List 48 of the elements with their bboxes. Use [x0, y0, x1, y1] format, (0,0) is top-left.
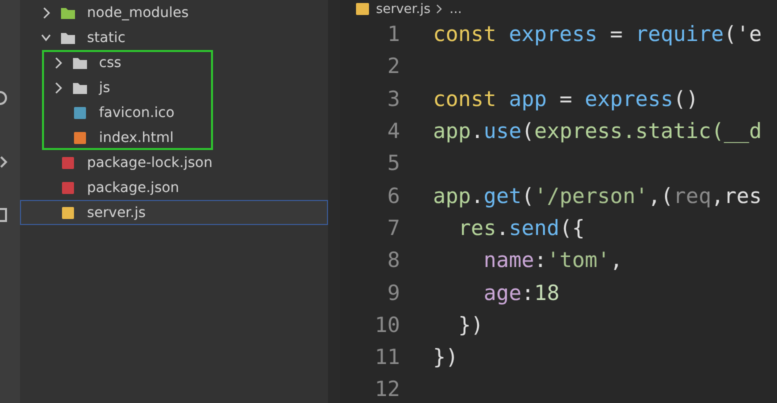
code-line: res.send({: [457, 216, 585, 240]
chevron-right-icon[interactable]: [41, 6, 51, 18]
image-file-icon: [73, 106, 87, 120]
line-number: 5: [386, 151, 400, 176]
line-number: 10: [374, 312, 400, 337]
chevron-down-icon[interactable]: [41, 32, 51, 44]
code-line: app.use(express.static(__d: [433, 119, 762, 144]
tree-item[interactable]: index.html: [20, 125, 328, 150]
code-line: }): [457, 312, 484, 337]
json-file-icon: [61, 180, 75, 194]
chevron-right-icon[interactable]: [53, 82, 63, 94]
js-file-icon: [356, 3, 370, 15]
code-line: const app = express(): [433, 86, 699, 111]
chevron-icon[interactable]: [0, 155, 8, 169]
code-line: name:'tom',: [482, 248, 623, 272]
code-line: }): [433, 345, 458, 370]
line-number: 8: [386, 248, 400, 272]
line-number: 3: [386, 86, 400, 111]
tree-item[interactable]: package.json: [20, 175, 328, 200]
tree-item[interactable]: js: [20, 75, 328, 100]
line-number: 4: [386, 119, 400, 144]
code-line: const express = require('e: [433, 22, 762, 46]
folder-icon: [61, 30, 75, 44]
code-line: app.get('/person',(req,res: [433, 184, 762, 208]
tree-item[interactable]: server.js: [20, 200, 328, 225]
line-number: 12: [374, 377, 400, 402]
breadcrumb-item[interactable]: ...: [449, 2, 462, 16]
tree-item[interactable]: node_modules: [20, 0, 328, 25]
line-number: 1: [386, 22, 400, 46]
code-line: age:18: [482, 280, 560, 305]
folder-icon: [61, 6, 75, 20]
line-number: 11: [374, 345, 400, 370]
json-file-icon: [61, 156, 75, 170]
tree-item[interactable]: favicon.ico: [20, 100, 328, 125]
folder-icon: [73, 56, 87, 70]
line-number: 6: [386, 184, 400, 208]
tree-item[interactable]: static: [20, 25, 328, 50]
html-file-icon: [73, 130, 87, 144]
folder-icon: [73, 80, 87, 94]
line-number: 9: [386, 280, 400, 305]
breadcrumb-item[interactable]: server.js: [376, 2, 430, 16]
line-number: 2: [386, 54, 400, 78]
tree-item[interactable]: package-lock.json: [20, 150, 328, 175]
line-number: 7: [386, 216, 400, 240]
chevron-right-icon[interactable]: [53, 56, 63, 68]
chevron-right-icon: [436, 4, 444, 14]
js-file-icon: [61, 206, 75, 220]
tree-item[interactable]: css: [20, 50, 328, 75]
